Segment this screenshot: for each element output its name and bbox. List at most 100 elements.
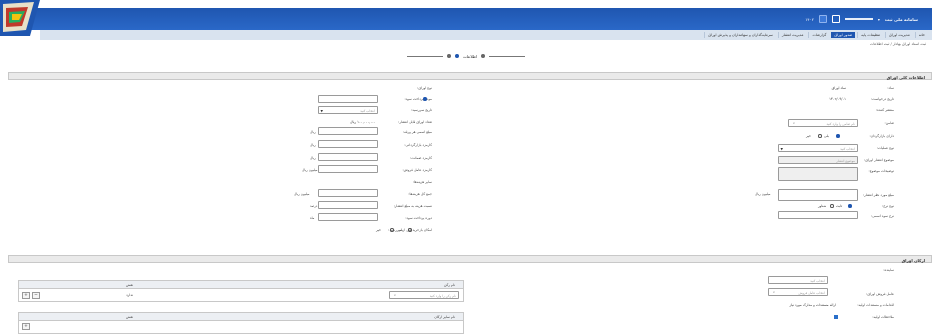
unit-label: درصد (310, 204, 318, 208)
header-date: ۱۴۰۲ (805, 16, 814, 22)
wizard-step-dot[interactable] (446, 54, 451, 58)
subject-description-textarea[interactable] (778, 167, 858, 181)
nominal-rate-input[interactable] (778, 211, 858, 219)
field-label: مبلغ اسمی هر ورقه: (402, 130, 432, 134)
table-row: + (19, 321, 463, 333)
field-label: دارای بازارگردان: (869, 134, 894, 138)
checkbox[interactable] (834, 315, 838, 319)
search-icon[interactable]: ⌕ (770, 290, 775, 295)
column-header: نام رکن (444, 283, 455, 287)
field-value: ۱۰۰,۰۰۰,۰۰۰ ریال (350, 120, 376, 124)
field-label: عامل فروش اوراق: (866, 292, 894, 296)
search-icon[interactable]: ⌕ (391, 293, 396, 298)
par-value-input[interactable] (318, 127, 378, 135)
radio-button[interactable] (836, 134, 840, 138)
field-label: منتشر کننده: (875, 108, 894, 112)
payment-period-input[interactable] (318, 213, 378, 221)
pillars-title: ارکان اوراق (901, 257, 925, 263)
field-label: تعداد اوراق قابل انتشار: (398, 120, 432, 124)
app-logo-icon (0, 0, 40, 36)
breadcrumb: ثبت اسناد اوراق بهادار / ثبت اطلاعات (869, 42, 926, 46)
radio-button[interactable] (423, 97, 427, 101)
menu-item-investors[interactable]: سرمایه‌گذاران و سهامداران و پذیرش اوراق (704, 32, 776, 38)
notification-icon[interactable] (831, 15, 840, 23)
radio-label: خیر (806, 134, 811, 138)
header-user-name[interactable]: سامانه ملی ثبت (885, 17, 918, 22)
field-label: نرخ سود اسمی: (871, 214, 894, 218)
column-header: نقش (126, 315, 133, 319)
unit-label: ماه (310, 216, 315, 220)
subject-input[interactable]: موضوع انتشار (778, 156, 858, 164)
user-menu-chevron-icon[interactable]: ▾ (878, 17, 880, 22)
amount-input[interactable] (778, 189, 858, 201)
header-user-area: سامانه ملی ثبت ▾ ۱۴۰۲ (805, 13, 918, 25)
column-header: نقش (126, 283, 133, 287)
field-label: نوع نرخ: (882, 204, 894, 208)
radio-button[interactable] (818, 134, 822, 138)
cost-ratio-input[interactable] (318, 201, 378, 209)
unit-label: میلیون ریال (302, 168, 318, 172)
radio-label: شناور (818, 204, 827, 208)
radio-button[interactable] (848, 204, 852, 208)
add-row-button[interactable]: + (22, 291, 30, 299)
sales-fee-input[interactable] (318, 165, 378, 173)
field-label: موضوع انتشار اوراق: (864, 158, 894, 162)
general-info-panel-header[interactable]: اطلاعات کلی اوراق (8, 72, 932, 80)
general-info-title: اطلاعات کلی اوراق (886, 74, 925, 80)
pillars-panel-header[interactable]: ارکان اوراق (8, 255, 932, 263)
header-progress-bar (844, 17, 873, 21)
market-maker-fee-input[interactable] (318, 140, 378, 148)
field-label: نماد: (887, 86, 894, 90)
chevron-down-icon: ▼ (780, 146, 783, 151)
field-label: جمع کل هزینه‌ها: (408, 192, 432, 196)
payment-input[interactable] (318, 95, 378, 103)
menu-item-reports[interactable]: گزارشات (808, 32, 829, 38)
sales-agent-search-input[interactable]: انتخاب عامل فروش ⌕ (768, 288, 828, 296)
menu-item-settings[interactable]: تنظیمات پایه (857, 32, 883, 38)
remove-row-button[interactable]: − (32, 291, 40, 299)
field-label: مبلغ مورد نظر انتشار: (862, 193, 894, 197)
top-header-bar: سامانه ملی ثبت ▾ ۱۴۰۲ (0, 8, 932, 30)
settings-icon[interactable] (818, 15, 827, 23)
field-label: کارمزد عامل فروش: (402, 168, 433, 172)
radio-button[interactable] (408, 228, 412, 232)
radio-button[interactable] (390, 228, 394, 232)
pillar-name-search-input[interactable]: نام رکن را وارد کنید ⌕ (389, 291, 459, 299)
field-label: ضامن: (884, 121, 894, 125)
guarantee-fee-input[interactable] (318, 153, 378, 161)
menu-item-home[interactable]: خانه (914, 32, 928, 38)
add-row-button[interactable]: + (22, 323, 30, 330)
unit-label: ریال (310, 156, 316, 160)
field-label: کارمزد ضمانت: (410, 156, 432, 160)
field-label: موعد پرداخت سود: (404, 97, 432, 101)
maturity-select[interactable]: انتخاب کنید ▼ (318, 106, 378, 114)
radio-button[interactable] (830, 204, 834, 208)
radio-label: خیر (376, 228, 381, 232)
radio-label: بلی (398, 228, 403, 232)
main-menu-bar: خانه مدیریت اوراق تنظیمات پایه صدور اورا… (40, 30, 932, 40)
pillars-table: نام رکن نقش نام رکن را وارد کنید ⌕ ندارد… (18, 280, 464, 302)
unit-label: ریال (310, 143, 316, 147)
table-cell: ندارد (126, 293, 133, 297)
column-header: نام سایر ارکان (434, 315, 455, 319)
field-label: نماینده: (883, 268, 894, 272)
wizard-step-dot-active[interactable] (454, 54, 459, 58)
field-label: اقدامات و مستندات اولیه: (857, 303, 894, 307)
guarantor-search-input[interactable]: نام ضامن را وارد کنید ⌕ (788, 119, 858, 127)
operation-type-select[interactable]: انتخاب کنید ▼ (778, 144, 858, 152)
menu-item-issue[interactable]: صدور اوراق (831, 32, 856, 38)
representative-input[interactable]: انتخاب کنید (768, 276, 828, 284)
total-cost-input[interactable] (318, 189, 378, 197)
field-label: نسبت هزینه به مبلغ انتشار: (393, 204, 432, 208)
menu-item-publish[interactable]: مدیریت انتشار (777, 32, 807, 38)
field-label: تاریخ درخواست: (870, 97, 894, 101)
wizard-step-dot[interactable] (481, 54, 486, 58)
field-value: ارائه مستندات و مدارک مورد نیاز (789, 303, 836, 307)
field-label: نوع عملیات: (876, 146, 894, 150)
radio-label: ثابت (836, 204, 843, 208)
other-pillars-table: نام سایر ارکان نقش + (18, 312, 464, 334)
wizard-line (489, 55, 526, 57)
menu-item-manage[interactable]: مدیریت اوراق (885, 32, 913, 38)
search-icon[interactable]: ⌕ (790, 121, 795, 126)
wizard-steps: اطلاعات (0, 50, 932, 62)
